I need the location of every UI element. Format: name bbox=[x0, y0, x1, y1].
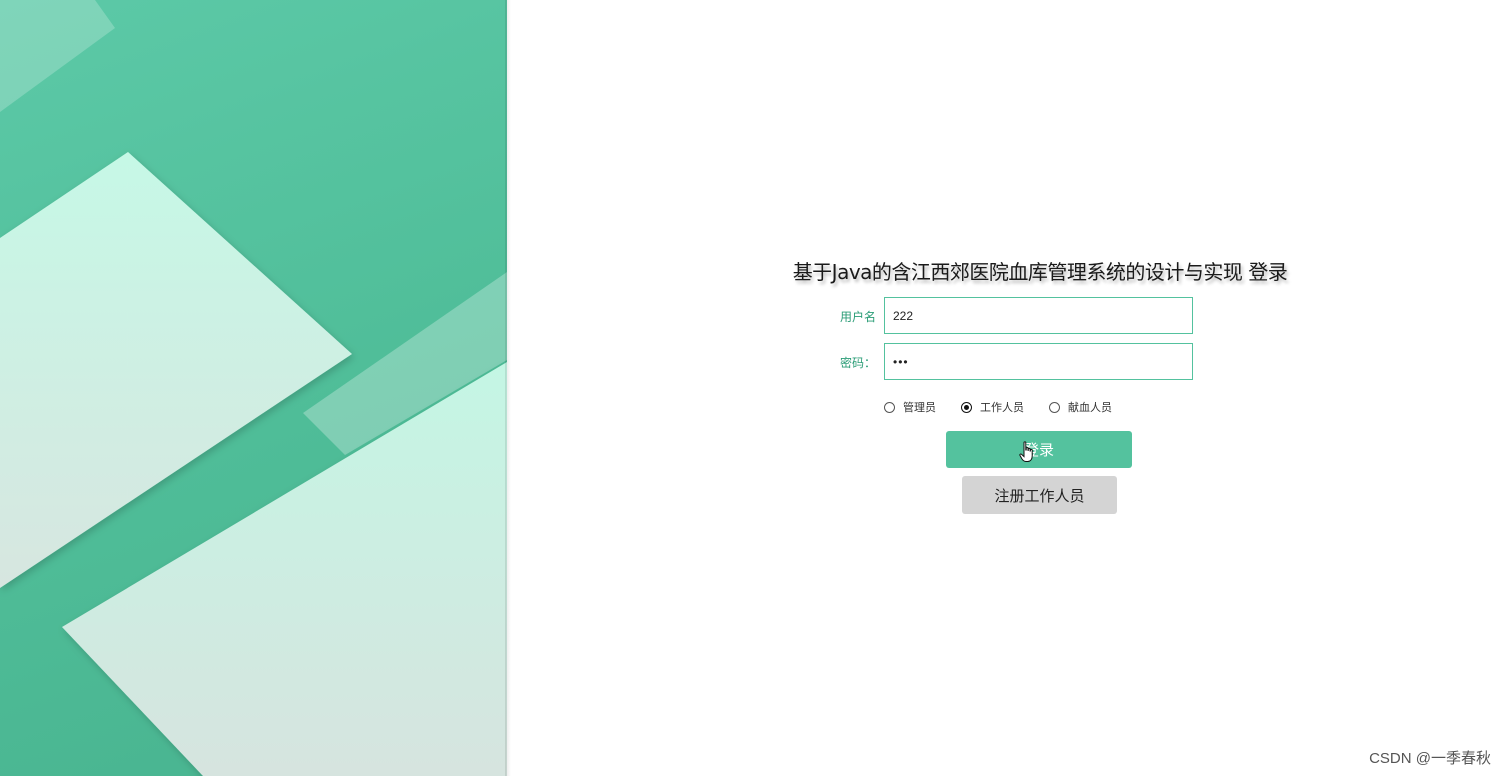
role-label-admin: 管理员 bbox=[903, 401, 936, 414]
username-input[interactable] bbox=[884, 297, 1193, 334]
page-title: 基于Java的含江西郊医院血库管理系统的设计与实现 登录 bbox=[792, 260, 1288, 284]
role-label-donor: 献血人员 bbox=[1068, 401, 1112, 414]
radio-unchecked-icon[interactable] bbox=[1049, 401, 1060, 413]
password-label: 密码： bbox=[839, 356, 876, 370]
login-button[interactable]: 登录 bbox=[946, 431, 1132, 468]
decorative-panel bbox=[0, 0, 507, 776]
radio-checked-icon[interactable] bbox=[961, 401, 972, 413]
role-option-donor[interactable]: 献血人员 bbox=[1049, 399, 1112, 415]
watermark: CSDN @一季春秋 bbox=[1369, 750, 1491, 767]
password-input[interactable] bbox=[884, 343, 1193, 380]
role-label-staff: 工作人员 bbox=[980, 401, 1024, 414]
panel-edge-shadow bbox=[505, 0, 511, 776]
role-option-admin[interactable]: 管理员 bbox=[884, 399, 936, 415]
radio-unchecked-icon[interactable] bbox=[884, 401, 895, 413]
role-radio-group: 管理员 工作人员 献血人员 bbox=[884, 398, 1137, 416]
register-staff-button[interactable]: 注册工作人员 bbox=[962, 476, 1117, 514]
role-option-staff[interactable]: 工作人员 bbox=[961, 399, 1024, 415]
username-label: 用户名 bbox=[839, 310, 876, 324]
decorative-background-art bbox=[0, 0, 507, 776]
login-page: 基于Java的含江西郊医院血库管理系统的设计与实现 登录 用户名 密码： 管理员… bbox=[0, 0, 1507, 776]
hand-pointer-icon bbox=[1019, 441, 1033, 462]
